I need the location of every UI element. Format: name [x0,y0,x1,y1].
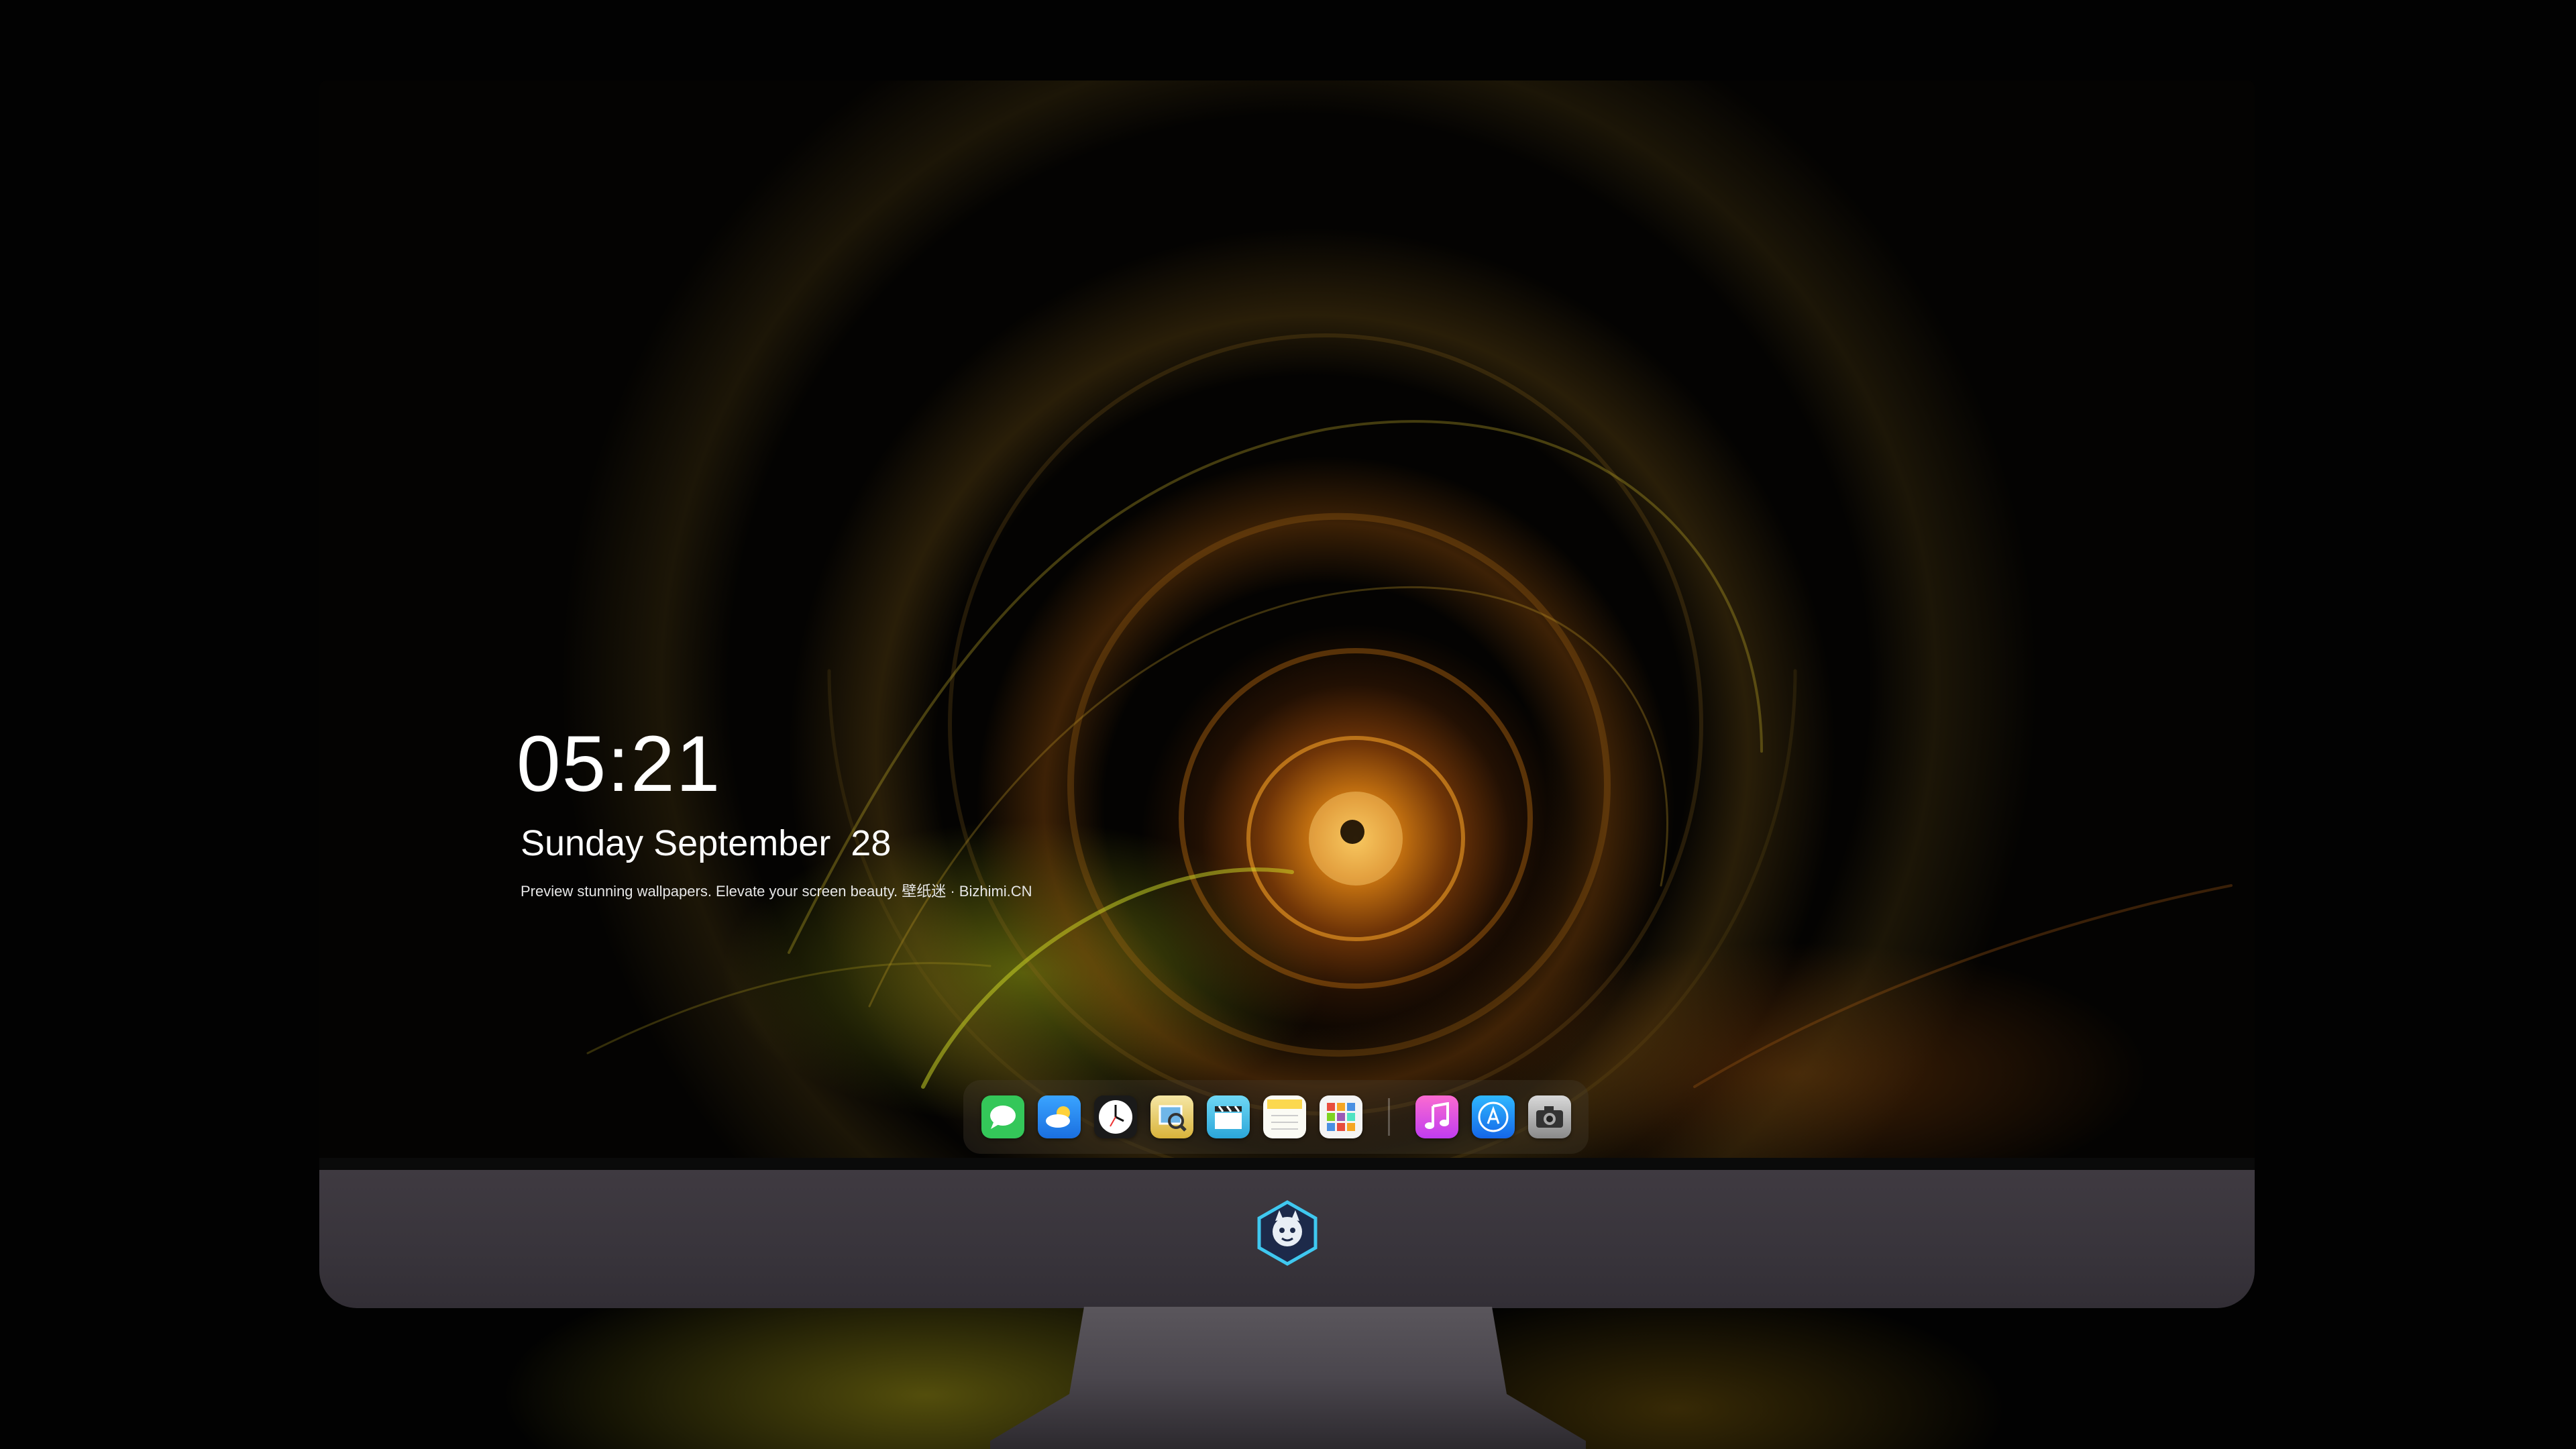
magnifier-photo-icon [1159,1105,1187,1132]
lock-screen-time: 05:21 [517,720,722,808]
dock-separator [1387,1098,1390,1136]
desktop-background: 05:21 Sunday September 28 Preview stunni… [0,0,2576,1449]
monitor: 05:21 Sunday September 28 Preview stunni… [319,80,2255,1308]
music-note-icon [1424,1102,1449,1129]
cloud-icon [1045,1106,1070,1128]
lock-screen-tagline: Preview stunning wallpapers. Elevate you… [521,883,1032,900]
messages-app-icon[interactable] [981,1095,1024,1138]
gallery-app-icon[interactable] [1319,1095,1362,1138]
camera-app-icon[interactable] [1527,1095,1571,1138]
app-store-icon [1478,1102,1508,1132]
notes-app-icon[interactable] [1263,1095,1306,1138]
music-app-icon[interactable] [1415,1095,1458,1138]
app-store-app-icon[interactable] [1471,1095,1515,1138]
notes-icon [1267,1099,1302,1130]
screen-bezel-edge [319,1158,2255,1171]
grid-icon [1326,1103,1355,1131]
monitor-stand [990,1307,1586,1449]
screen: 05:21 Sunday September 28 Preview stunni… [319,80,2255,1170]
lock-screen-date: Sunday September 28 [521,823,892,863]
preview-app-icon[interactable] [1150,1095,1193,1138]
chat-bubble-icon [989,1106,1016,1129]
camera-icon [1536,1106,1563,1128]
dock [963,1080,1589,1154]
clapperboard-icon [1214,1106,1242,1129]
clock-app-icon[interactable] [1093,1095,1137,1138]
wallpaper-swirl [586,333,2233,1170]
clips-app-icon[interactable] [1206,1095,1250,1138]
clock-icon [1098,1100,1132,1134]
weather-app-icon[interactable] [1037,1095,1081,1138]
mascot-logo-icon [1257,1200,1318,1266]
